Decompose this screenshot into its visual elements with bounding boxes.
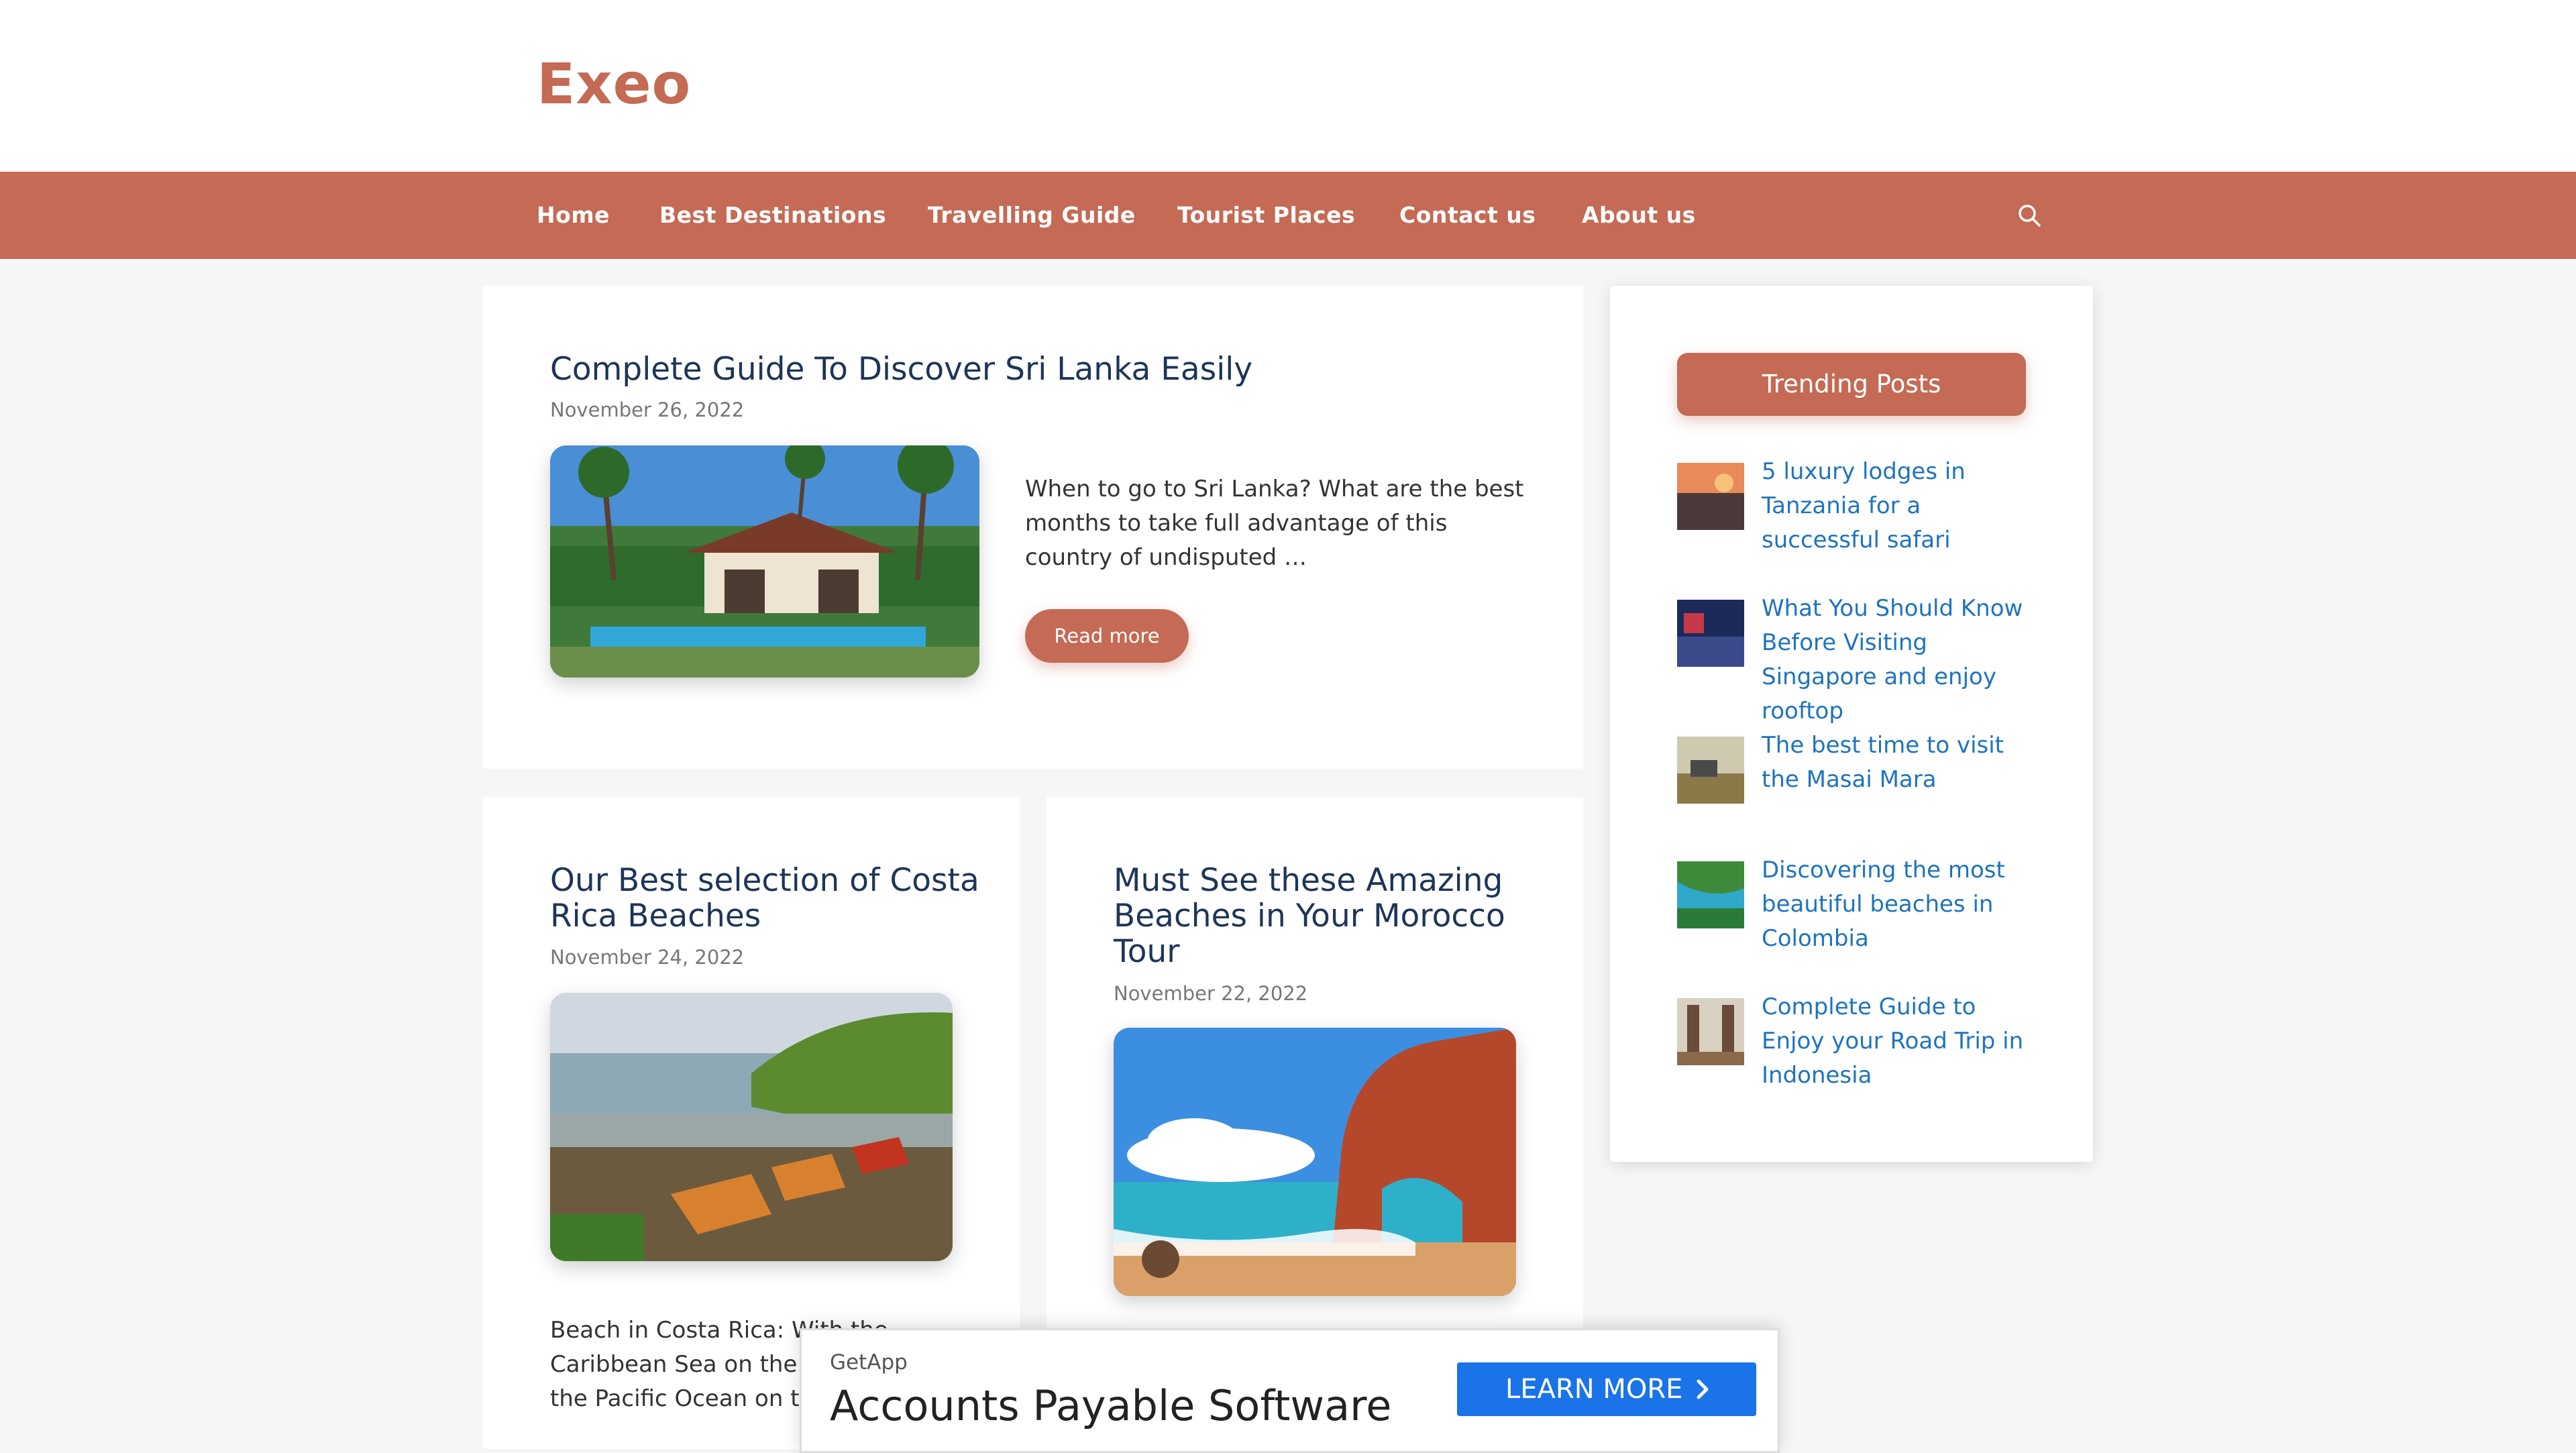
site-title[interactable]: Exeo	[537, 51, 691, 117]
chevron-right-icon	[1697, 1379, 1709, 1399]
featured-post-image[interactable]	[550, 445, 979, 678]
post-title[interactable]: Our Best selection of Costa Rica Beaches	[550, 863, 979, 934]
ad-headline[interactable]: Accounts Payable Software	[830, 1381, 1391, 1430]
trending-item-link[interactable]: Complete Guide to Enjoy your Road Trip i…	[1762, 990, 2043, 1093]
trending-item-thumb[interactable]	[1677, 998, 1744, 1065]
trending-item-thumb[interactable]	[1677, 737, 1744, 804]
trending-item-thumb[interactable]	[1677, 861, 1744, 928]
featured-post-excerpt: When to go to Sri Lanka? What are the be…	[1025, 476, 1524, 571]
trending-item-link[interactable]: Discovering the most beautiful beaches i…	[1762, 853, 2043, 956]
trending-item-link[interactable]: What You Should Know Before Visiting Sin…	[1762, 592, 2043, 729]
learn-more-button[interactable]: LEARN MORE	[1457, 1362, 1756, 1416]
ad-banner[interactable]: GetApp Accounts Payable Software LEARN M…	[800, 1328, 1780, 1453]
nav-item-home[interactable]: Home	[537, 172, 610, 259]
trending-item-link[interactable]: 5 luxury lodges in Tanzania for a succes…	[1762, 455, 2043, 557]
nav-item-about-us[interactable]: About us	[1582, 172, 1696, 259]
main-nav: Home Best Destinations Travelling Guide …	[0, 172, 2576, 259]
featured-post-card: Complete Guide To Discover Sri Lanka Eas…	[483, 286, 1583, 769]
trending-item-thumb[interactable]	[1677, 463, 1744, 530]
nav-item-best-destinations[interactable]: Best Destinations	[659, 172, 886, 259]
post-date: November 24, 2022	[550, 946, 745, 969]
nav-item-tourist-places[interactable]: Tourist Places	[1177, 172, 1355, 259]
post-title[interactable]: Must See these Amazing Beaches in Your M…	[1114, 863, 1543, 969]
post-date: November 22, 2022	[1114, 982, 1308, 1005]
search-icon[interactable]	[2016, 202, 2043, 229]
trending-item-thumb[interactable]	[1677, 600, 1744, 667]
trending-posts-heading: Trending Posts	[1677, 353, 2026, 416]
featured-post-title[interactable]: Complete Guide To Discover Sri Lanka Eas…	[550, 352, 1516, 387]
nav-item-travelling-guide[interactable]: Travelling Guide	[928, 172, 1136, 259]
nav-item-contact-us[interactable]: Contact us	[1399, 172, 1536, 259]
site-header: Exeo	[0, 0, 2576, 172]
featured-post-date: November 26, 2022	[550, 398, 745, 421]
trending-item-link[interactable]: The best time to visit the Masai Mara	[1762, 729, 2043, 797]
post-image-morocco[interactable]	[1114, 1028, 1516, 1296]
post-image-costa-rica[interactable]	[550, 993, 953, 1261]
learn-more-label: LEARN MORE	[1505, 1374, 1683, 1405]
sidebar: Trending Posts 5 luxury lodges in Tanzan…	[1610, 286, 2093, 1162]
read-more-button[interactable]: Read more	[1025, 609, 1189, 663]
ad-brand: GetApp	[830, 1350, 908, 1375]
